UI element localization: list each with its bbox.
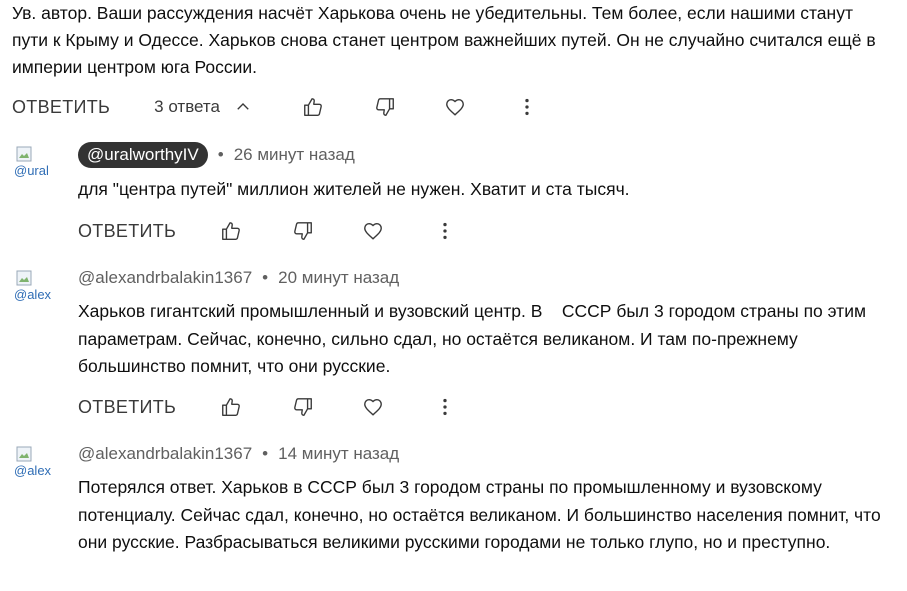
comment-text: для "центра путей" миллион жителей не ну…	[78, 179, 630, 199]
thumb-down-icon[interactable]	[288, 392, 318, 422]
reply-action-bar: ОТВЕТИТЬ	[78, 216, 460, 246]
avatar[interactable]: @ural	[14, 146, 54, 188]
comment-text: Потерялся ответ. Харьков в СССР был 3 го…	[78, 477, 881, 552]
replies-toggle[interactable]: 3 ответа	[154, 97, 252, 117]
more-vert-icon[interactable]	[430, 392, 460, 422]
reply-button[interactable]: ОТВЕТИТЬ	[12, 97, 110, 118]
thumb-up-icon[interactable]	[216, 216, 246, 246]
comment-header: @alexandrbalakin1367 • 14 минут назад	[78, 444, 399, 464]
author-name[interactable]: @alexandrbalakin1367	[78, 444, 252, 464]
timestamp[interactable]: 20 минут назад	[278, 268, 399, 288]
broken-image-icon	[16, 270, 32, 286]
thumb-down-icon[interactable]	[288, 216, 318, 246]
author-name[interactable]: @alexandrbalakin1367	[78, 268, 252, 288]
heart-icon[interactable]	[358, 392, 388, 422]
more-vert-icon[interactable]	[512, 92, 542, 122]
heart-icon[interactable]	[440, 92, 470, 122]
comment-header: @alexandrbalakin1367 • 20 минут назад	[78, 268, 399, 288]
dot-separator: •	[262, 444, 269, 463]
replies-count: 3 ответа	[154, 97, 220, 116]
thumb-down-icon[interactable]	[370, 92, 400, 122]
parent-comment-text: Ув. автор. Ваши рассуждения насчёт Харьк…	[12, 3, 876, 77]
dot-separator: •	[217, 145, 224, 164]
reply-action-bar: ОТВЕТИТЬ	[78, 392, 460, 422]
avatar-alt: @alex	[14, 287, 52, 302]
parent-action-bar: ОТВЕТИТЬ 3 ответа	[12, 92, 542, 122]
timestamp[interactable]: 14 минут назад	[278, 444, 399, 464]
dot-separator: •	[262, 268, 269, 287]
timestamp[interactable]: 26 минут назад	[234, 145, 355, 165]
avatar[interactable]: @alex	[14, 270, 54, 312]
comment-header: @uralworthyIV • 26 минут назад	[78, 142, 355, 168]
reply-button[interactable]: ОТВЕТИТЬ	[78, 397, 176, 418]
thumb-up-icon[interactable]	[216, 392, 246, 422]
avatar-alt: @ural	[14, 163, 49, 178]
broken-image-icon	[16, 446, 32, 462]
heart-icon[interactable]	[358, 216, 388, 246]
thumb-up-icon[interactable]	[298, 92, 328, 122]
avatar[interactable]: @alex	[14, 446, 54, 488]
avatar-alt: @alex	[14, 463, 52, 478]
reply-button[interactable]: ОТВЕТИТЬ	[78, 221, 176, 242]
chevron-up-icon	[237, 103, 249, 110]
comment-text: Харьков гигантский промышленный и вузовс…	[78, 301, 871, 376]
broken-image-icon	[16, 146, 32, 162]
more-vert-icon[interactable]	[430, 216, 460, 246]
author-chip[interactable]: @uralworthyIV	[78, 142, 208, 168]
